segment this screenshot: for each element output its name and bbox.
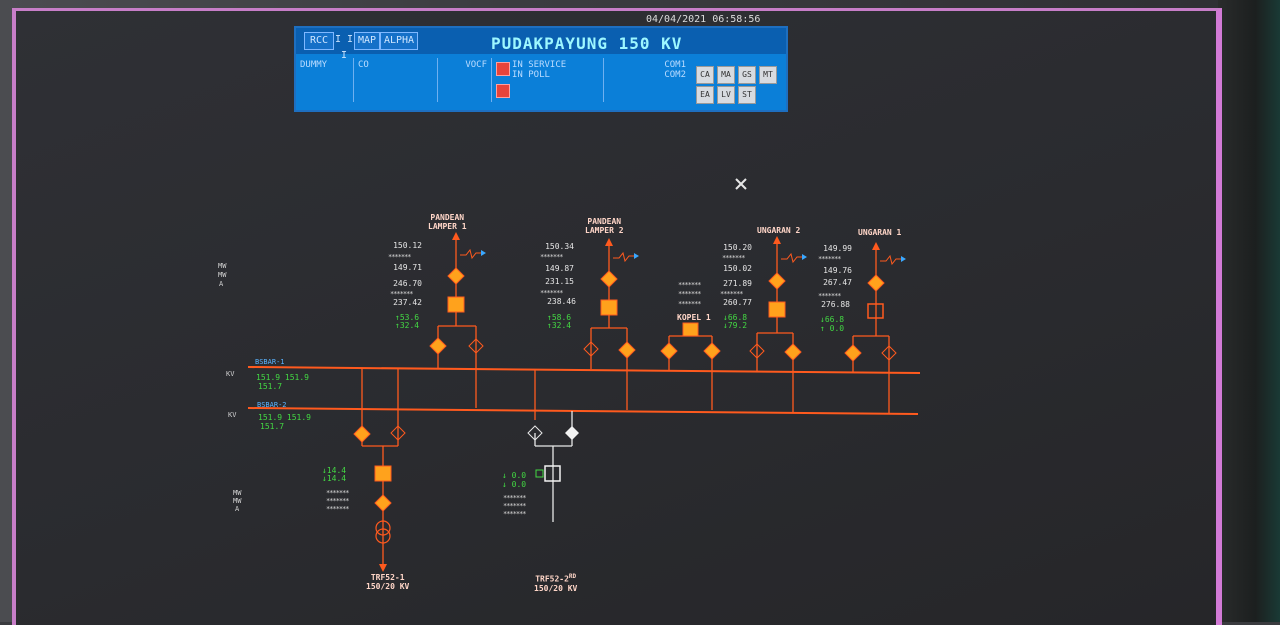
placeholder-value: ******* [678, 300, 701, 308]
disconnector[interactable] [374, 494, 392, 512]
placeholder-value: ******* [326, 489, 349, 497]
disconnector[interactable] [867, 274, 885, 292]
unit-label: MW [218, 271, 227, 279]
placeholder-value: ******* [540, 253, 563, 261]
circuit-breaker[interactable] [374, 465, 392, 482]
feeder-label[interactable]: UNGARAN 1 [858, 228, 901, 237]
placeholder-value: ******* [818, 292, 841, 300]
disconnector[interactable] [565, 426, 579, 440]
status-indicator [535, 469, 544, 478]
placeholder-value: ******* [678, 290, 701, 298]
power-flow: ↓79.2 [723, 321, 748, 330]
placeholder-value: ******* [503, 502, 526, 510]
measurement: 150.02 [723, 264, 752, 273]
measurement: 149.87 [545, 264, 574, 273]
placeholder-value: ******* [326, 505, 349, 513]
unit-label: MW [218, 262, 227, 270]
circuit-breaker[interactable] [600, 299, 618, 316]
measurement: 150.20 [723, 243, 752, 252]
disconnector[interactable] [353, 425, 371, 443]
disconnector[interactable] [618, 341, 636, 359]
placeholder-value: ******* [722, 254, 745, 262]
unit-label: A [235, 505, 240, 513]
power-flow: ↓ 0.0 [502, 480, 527, 489]
power-flow: ↓ 0.0 [502, 471, 527, 480]
measurement: 149.71 [393, 263, 422, 272]
placeholder-value: ******* [388, 253, 411, 261]
busbar-1-name[interactable]: BSBAR-1 [255, 358, 285, 366]
disconnector[interactable] [844, 344, 862, 362]
coupler-label[interactable]: KOPEL 1 [677, 313, 711, 322]
power-flow: ↑ 0.0 [820, 324, 845, 333]
measurement: 150.12 [393, 241, 422, 250]
busbar-1-voltage: 151.9 151.9 [256, 373, 309, 382]
transformer-label[interactable]: TRF52-2RD 150/20 KV [534, 572, 577, 593]
close-icon[interactable] [735, 178, 747, 190]
unit-label: MW [233, 489, 242, 497]
transformer-label[interactable]: TRF52-1 150/20 KV [366, 573, 409, 591]
measurement: 231.15 [545, 277, 574, 286]
circuit-breaker[interactable] [447, 296, 465, 313]
measurement: 271.89 [723, 279, 752, 288]
disconnector[interactable] [660, 342, 678, 360]
busbar-1[interactable] [247, 366, 921, 374]
placeholder-value: ******* [503, 510, 526, 518]
placeholder-value: ******* [678, 281, 701, 289]
busbar-2-voltage: 151.7 [260, 422, 285, 431]
measurement: 237.42 [393, 298, 422, 307]
placeholder-value: ******* [326, 497, 349, 505]
power-flow: ↓14.4 [322, 474, 347, 483]
power-flow: ↑32.4 [395, 321, 420, 330]
disconnector[interactable] [768, 272, 786, 290]
busbar-2[interactable] [247, 407, 919, 415]
placeholder-value: ******* [720, 290, 743, 298]
measurement: 260.77 [723, 298, 752, 307]
busbar-2-voltage: 151.9 151.9 [258, 413, 311, 422]
power-flow: ↓66.8 [820, 315, 845, 324]
feeder-label[interactable]: PANDEAN LAMPER 1 [428, 213, 467, 231]
placeholder-value: ******* [540, 289, 563, 297]
single-line-diagram [247, 178, 921, 572]
disconnector[interactable] [784, 343, 802, 361]
busbar-2-name[interactable]: BSBAR-2 [257, 401, 287, 409]
coupler-breaker[interactable] [682, 322, 699, 337]
measurement: 246.70 [393, 279, 422, 288]
unit-label: MW [233, 497, 242, 505]
disconnector[interactable] [600, 270, 618, 288]
measurement: 149.99 [823, 244, 852, 253]
placeholder-value: ******* [503, 494, 526, 502]
measurement: 149.76 [823, 266, 852, 275]
measurement: 267.47 [823, 278, 852, 287]
measurement: 276.88 [821, 300, 850, 309]
busbar-1-unit: KV [226, 370, 235, 378]
measurement: 150.34 [545, 242, 574, 251]
busbar-1-voltage: 151.7 [258, 382, 283, 391]
disconnector[interactable] [703, 342, 721, 360]
disconnector[interactable] [447, 267, 465, 285]
busbar-2-unit: KV [228, 411, 237, 419]
circuit-breaker[interactable] [768, 301, 786, 318]
placeholder-value: ******* [818, 255, 841, 263]
feeder-label[interactable]: PANDEAN LAMPER 2 [585, 217, 624, 235]
unit-label: A [219, 280, 224, 288]
feeder-label[interactable]: UNGARAN 2 [757, 226, 800, 235]
placeholder-value: ******* [390, 290, 413, 298]
power-flow: ↑32.4 [547, 321, 572, 330]
measurement: 238.46 [547, 297, 576, 306]
disconnector[interactable] [429, 337, 447, 355]
